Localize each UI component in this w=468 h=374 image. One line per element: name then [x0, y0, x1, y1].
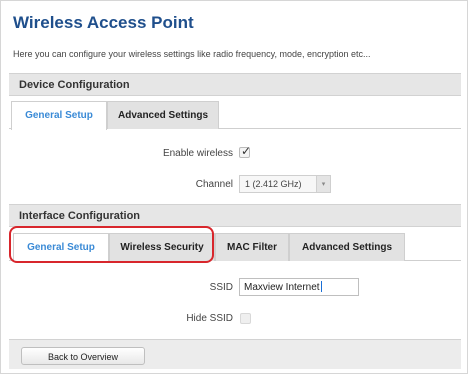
- tab-interface-advanced-settings[interactable]: Advanced Settings: [289, 233, 405, 261]
- interface-configuration-tabbar: General Setup Wireless Security MAC Filt…: [9, 231, 461, 262]
- hide-ssid-label: Hide SSID: [186, 313, 233, 324]
- page-description: Here you can configure your wireless set…: [13, 49, 371, 59]
- channel-label: Channel: [195, 179, 233, 190]
- ssid-label: SSID: [209, 282, 233, 293]
- enable-wireless-label: Enable wireless: [162, 148, 233, 159]
- tab-wireless-security[interactable]: Wireless Security: [109, 233, 215, 261]
- page-title: Wireless Access Point: [13, 13, 194, 32]
- ssid-input[interactable]: Maxview Internet: [239, 278, 359, 296]
- device-configuration-header: Device Configuration: [9, 73, 461, 96]
- interface-configuration-header: Interface Configuration: [9, 204, 461, 227]
- ssid-input-value: Maxview Internet: [244, 282, 320, 293]
- tab-mac-filter[interactable]: MAC Filter: [215, 233, 289, 261]
- tab-interface-general-setup[interactable]: General Setup: [13, 233, 109, 262]
- enable-wireless-checkbox[interactable]: ✓: [239, 144, 252, 158]
- channel-select[interactable]: 1 (2.412 GHz) ▾: [239, 175, 331, 193]
- back-to-overview-button[interactable]: Back to Overview: [21, 347, 145, 365]
- text-cursor: [320, 281, 322, 292]
- device-configuration-tabbar: General Setup Advanced Settings: [9, 99, 461, 130]
- channel-select-value: 1 (2.412 GHz): [245, 179, 302, 189]
- tab-device-advanced-settings[interactable]: Advanced Settings: [107, 101, 219, 129]
- wireless-access-point-page: Wireless Access Point Here you can confi…: [0, 0, 468, 374]
- checkmark-icon: ✓: [241, 144, 252, 158]
- tab-device-general-setup[interactable]: General Setup: [11, 101, 107, 130]
- hide-ssid-checkbox[interactable]: [240, 313, 251, 324]
- chevron-down-icon: ▾: [316, 176, 330, 192]
